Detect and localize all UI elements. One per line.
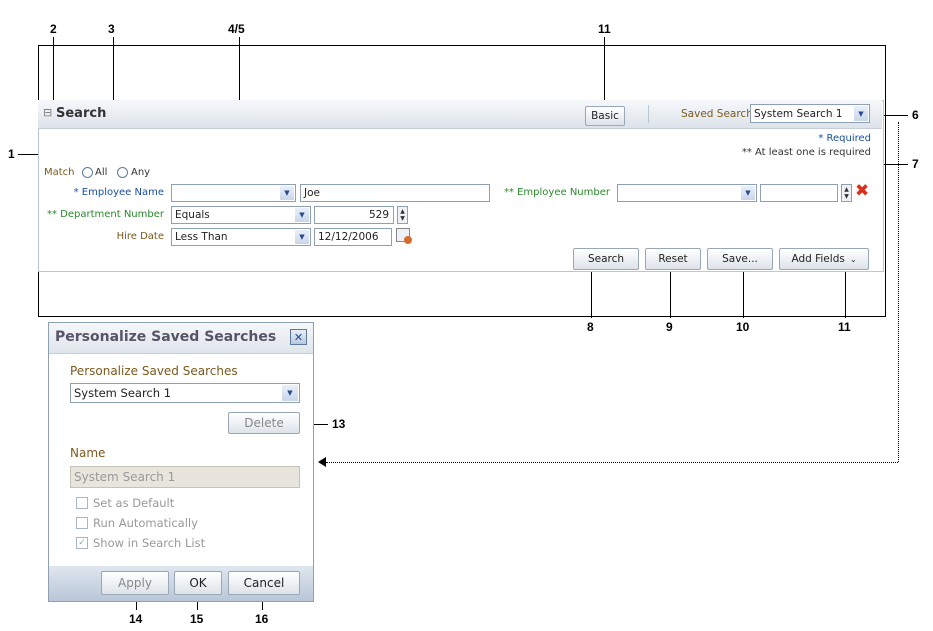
saved-search-dropdown[interactable]: System Search 1 ▼ [70,383,300,403]
name-input[interactable]: System Search 1 [70,466,300,488]
department-number-label: ** Department Number [46,209,164,220]
delete-button[interactable]: Delete [228,412,300,434]
search-button[interactable]: Search [573,248,639,270]
run-automatically-checkbox[interactable] [76,517,88,529]
dialog-title: Personalize Saved Searches [55,329,277,345]
set-default-checkbox[interactable] [76,497,88,509]
set-default-label: Set as Default [93,496,175,510]
callout-8: 8 [587,320,594,334]
clock-icon [404,236,412,244]
close-icon[interactable]: ✕ [290,329,307,345]
callout-10: 10 [736,320,750,334]
chevron-down-icon: ▼ [282,385,298,401]
dotted-connector-horizontal [326,462,898,463]
match-all-label: All [95,167,108,178]
hire-date-input[interactable]: 12/12/2006 [314,228,392,246]
search-panel-title: Search [56,106,107,121]
callout-6: 6 [912,108,919,122]
department-number-spinner[interactable]: ▲ ▼ [397,206,408,224]
match-any-label: Any [131,167,151,178]
remove-field-icon[interactable]: ✖ [855,181,869,201]
chevron-down-icon: ▼ [854,106,868,121]
chevron-down-icon: ▼ [741,186,755,200]
hire-date-label: Hire Date [116,231,164,242]
save-button[interactable]: Save... [707,248,773,270]
callout-11-bottom: 11 [838,320,851,334]
callout-2: 2 [50,22,57,36]
required-note: * Required [818,133,871,144]
arrowhead [318,457,326,467]
chevron-down-icon: ▼ [295,208,309,222]
add-fields-button[interactable]: Add Fields ⌄ [779,248,869,270]
basic-button[interactable]: Basic [585,106,625,126]
at-least-one-note: ** At least one is required [741,147,871,158]
department-operator-select[interactable]: Equals ▼ [171,206,311,224]
callout-16: 16 [255,612,269,626]
header-divider [648,105,649,123]
match-any-radio[interactable] [117,167,128,178]
callout-3: 3 [108,22,115,36]
name-label: Name [70,446,106,460]
callout-9: 9 [666,320,673,334]
show-in-list-checkbox[interactable]: ✓ [76,537,88,549]
employee-name-operator-select[interactable]: ▼ [171,184,296,202]
saved-search-select[interactable]: System Search 1 ▼ [750,104,870,123]
employee-number-operator-select[interactable]: ▼ [617,184,757,202]
employee-name-label: * Employee Name [73,187,164,198]
hire-date-operator-select[interactable]: Less Than ▼ [171,228,311,246]
employee-number-spinner[interactable]: ▲ ▼ [841,184,852,202]
callout-7: 7 [912,157,919,171]
dotted-connector-vertical [898,122,899,462]
employee-number-input[interactable] [760,184,838,202]
apply-button[interactable]: Apply [101,571,169,595]
chevron-down-icon: ▼ [295,230,309,244]
chevron-down-icon: ▼ [280,186,294,200]
ok-button[interactable]: OK [174,571,222,595]
show-in-list-label: Show in Search List [93,536,206,550]
match-all-radio[interactable] [82,167,93,178]
callout-13: 13 [332,417,346,431]
saved-search-label: Saved Search [681,108,753,120]
employee-number-label: ** Employee Number [503,187,610,198]
callout-14: 14 [129,612,143,626]
reset-button[interactable]: Reset [645,248,701,270]
callout-4-5: 4/5 [228,22,245,36]
employee-name-input[interactable]: Joe [300,184,490,202]
section-label: Personalize Saved Searches [70,364,238,378]
department-number-input[interactable]: 529 [314,206,394,224]
collapse-icon[interactable]: ⊟ [43,106,52,119]
cancel-button[interactable]: Cancel [228,571,300,595]
callout-15: 15 [190,612,204,626]
run-automatically-label: Run Automatically [93,516,198,530]
callout-1: 1 [8,147,15,161]
callout-11-top: 11 [598,22,611,36]
chevron-down-icon: ⌄ [849,254,857,264]
saved-search-value: System Search 1 [754,107,843,120]
callout-line-1 [18,154,38,155]
match-label: Match [44,167,75,178]
